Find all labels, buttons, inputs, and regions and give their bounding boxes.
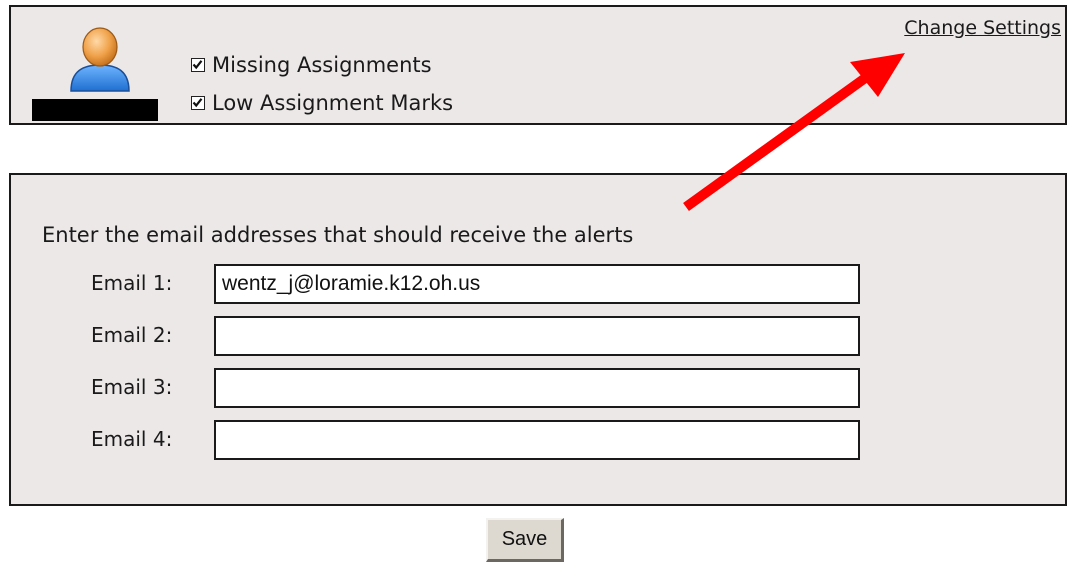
redacted-username [32, 99, 158, 121]
email-1-input[interactable] [214, 264, 860, 304]
alert-low-assignment-marks[interactable]: Low Assignment Marks [191, 89, 453, 117]
missing-assignments-checkbox[interactable] [191, 58, 205, 72]
email-1-label: Email 1: [91, 271, 173, 295]
email-4-label: Email 4: [91, 427, 173, 451]
low-assignment-marks-label: Low Assignment Marks [212, 91, 454, 115]
email-row-4: Email 4: [11, 420, 871, 460]
email-4-input[interactable] [214, 420, 860, 460]
low-assignment-marks-checkbox[interactable] [191, 96, 205, 110]
email-3-label: Email 3: [91, 375, 173, 399]
change-settings-link[interactable]: Change Settings [904, 17, 1061, 39]
email-3-input[interactable] [214, 368, 860, 408]
missing-assignments-label: Missing Assignments [212, 53, 432, 77]
email-recipients-panel: Enter the email addresses that should re… [9, 173, 1067, 506]
email-row-2: Email 2: [11, 316, 871, 356]
save-button[interactable]: Save [486, 518, 564, 562]
alert-missing-assignments[interactable]: Missing Assignments [191, 51, 432, 79]
user-avatar-icon [70, 27, 130, 92]
email-row-3: Email 3: [11, 368, 871, 408]
alert-settings-panel: Missing Assignments Low Assignment Marks… [9, 5, 1067, 125]
email-instructions: Enter the email addresses that should re… [42, 223, 634, 247]
email-2-input[interactable] [214, 316, 860, 356]
email-2-label: Email 2: [91, 323, 173, 347]
email-row-1: Email 1: [11, 264, 871, 304]
